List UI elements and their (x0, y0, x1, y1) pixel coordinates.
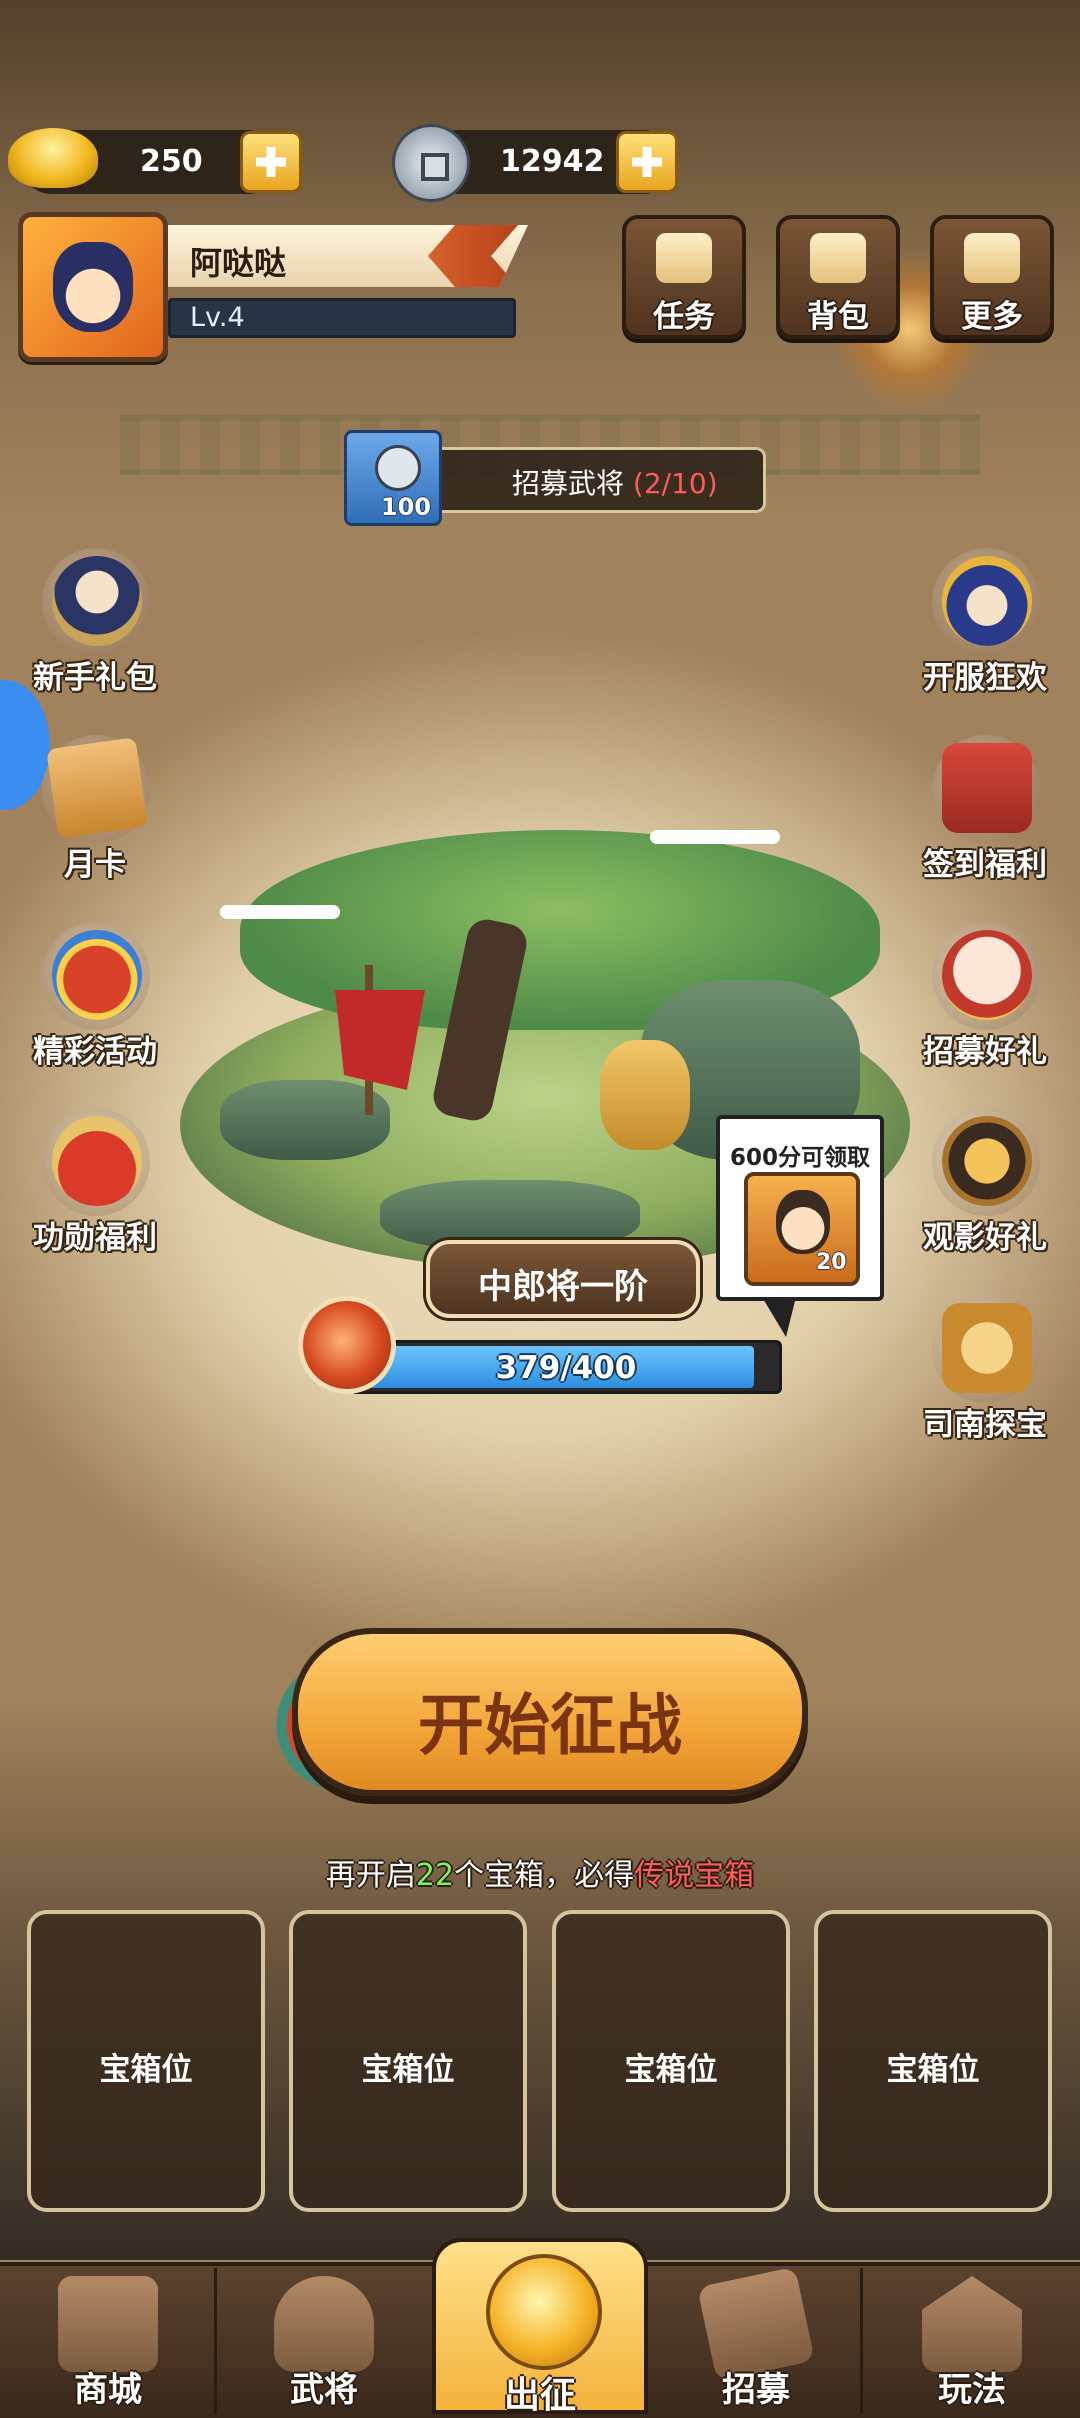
chest-slot-3[interactable]: 宝箱位 (552, 1910, 790, 2212)
gold-ingot-icon (8, 128, 98, 188)
bag-button[interactable]: 背包 (776, 215, 900, 339)
nav-shop-label: 商城 (74, 2370, 142, 2410)
recruit-cost-badge: 100 (344, 430, 442, 526)
compass-treasure-button[interactable]: 司南探宝 (910, 1295, 1060, 1455)
server-carnival-icon (942, 556, 1032, 646)
chest-slot-label: 宝箱位 (624, 2052, 718, 2088)
recruit-cost: 100 (380, 493, 431, 521)
compass-treasure-icon (942, 1303, 1032, 1393)
events-icon (52, 930, 142, 1020)
recruit-gift-label: 招募好礼 (923, 1034, 1047, 1070)
chest-hint: 再开启22个宝箱，必得传说宝箱 (325, 1858, 755, 1893)
bag-label: 背包 (807, 299, 869, 335)
newbie-gift-button[interactable]: 新手礼包 (20, 548, 170, 708)
events-button[interactable]: 精彩活动 (20, 922, 170, 1082)
shop-icon (58, 2276, 158, 2372)
month-card-button[interactable]: 月卡 (20, 735, 170, 895)
reward-count: 20 (816, 1250, 847, 1275)
scroll-icon (656, 233, 712, 283)
rank-title: 中郎将一阶 (478, 1267, 648, 1307)
quest-label: 任务 (653, 299, 715, 335)
training-dummy-icon (600, 1040, 690, 1150)
rank-pouch-icon[interactable] (298, 1296, 396, 1394)
recruit-progress: (2/10) (632, 467, 718, 500)
video-gift-label: 观影好礼 (923, 1220, 1047, 1256)
start-battle-label: 开始征战 (418, 1686, 682, 1764)
nav-recruit[interactable]: 招募 (648, 2262, 864, 2414)
quest-button[interactable]: 任务 (622, 215, 746, 339)
nav-generals-label: 武将 (290, 2370, 358, 2410)
menu-icon (964, 233, 1020, 283)
merit-benefits-button[interactable]: 功勋福利 (20, 1108, 170, 1268)
reward-tooltip-text: 600分可领取 (730, 1145, 871, 1171)
server-carnival-button[interactable]: 开服狂欢 (910, 548, 1060, 708)
player-avatar[interactable] (18, 212, 168, 362)
chest-slot-1[interactable]: 宝箱位 (27, 1910, 265, 2212)
chest-slot-2[interactable]: 宝箱位 (289, 1910, 527, 2212)
recruit-gift-icon (942, 930, 1032, 1020)
avatar-portrait (53, 242, 133, 332)
cloud-wisp (220, 905, 340, 919)
month-card-label: 月卡 (64, 847, 126, 883)
nav-shop[interactable]: 商城 (0, 2262, 216, 2414)
nav-generals[interactable]: 武将 (216, 2262, 432, 2414)
nav-gameplay-label: 玩法 (938, 2370, 1006, 2410)
more-button[interactable]: 更多 (930, 215, 1054, 339)
add-coin-button[interactable] (616, 131, 678, 193)
merit-benefits-label: 功勋福利 (33, 1220, 157, 1256)
sign-in-label: 签到福利 (923, 847, 1047, 883)
events-label: 精彩活动 (33, 1034, 157, 1070)
compass-treasure-label: 司南探宝 (923, 1407, 1047, 1443)
chest-hint-count: 22 (415, 1858, 455, 1893)
copper-coin-icon (392, 124, 470, 202)
merit-benefits-icon (52, 1116, 142, 1206)
more-label: 更多 (961, 299, 1023, 335)
pavilion-icon (922, 2276, 1022, 2372)
chest-hint-reward: 传说宝箱 (634, 1858, 755, 1893)
battle-icon (486, 2254, 602, 2370)
rank-progress-text: 379/400 (495, 1350, 637, 1386)
chest-slot-label: 宝箱位 (99, 2052, 193, 2088)
chest-slot-4[interactable]: 宝箱位 (814, 1910, 1052, 2212)
video-gift-button[interactable]: 观影好礼 (910, 1108, 1060, 1268)
nav-battle-label: 出征 (503, 2375, 576, 2416)
nav-gameplay[interactable]: 玩法 (864, 2262, 1080, 2414)
general-helmet-icon (274, 2276, 374, 2372)
sign-in-button[interactable]: 签到福利 (910, 735, 1060, 895)
nav-recruit-label: 招募 (722, 2370, 790, 2410)
copper-coin-amount: 12942 (500, 144, 605, 179)
coin-icon (375, 445, 421, 491)
sign-in-icon (942, 743, 1032, 833)
nav-battle[interactable]: 出征 (432, 2238, 648, 2416)
cloud-wisp (650, 830, 780, 844)
gold-ingot-amount: 250 (140, 144, 203, 179)
recruit-label: 招募武将 (2/10) (512, 467, 718, 500)
newbie-gift-label: 新手礼包 (33, 660, 157, 696)
recruit-gift-button[interactable]: 招募好礼 (910, 922, 1060, 1082)
add-gold-button[interactable] (240, 131, 302, 193)
newbie-gift-icon (52, 556, 142, 646)
server-carnival-label: 开服狂欢 (923, 660, 1047, 696)
video-gift-icon (942, 1116, 1032, 1206)
hero-portrait-icon (776, 1190, 830, 1254)
chest-slot-label: 宝箱位 (361, 2052, 455, 2088)
chest-slot-label: 宝箱位 (886, 2052, 980, 2088)
player-name: 阿哒哒 (190, 244, 287, 282)
bag-icon (810, 233, 866, 283)
month-card-icon (46, 737, 148, 839)
player-level: Lv.4 (190, 302, 245, 333)
